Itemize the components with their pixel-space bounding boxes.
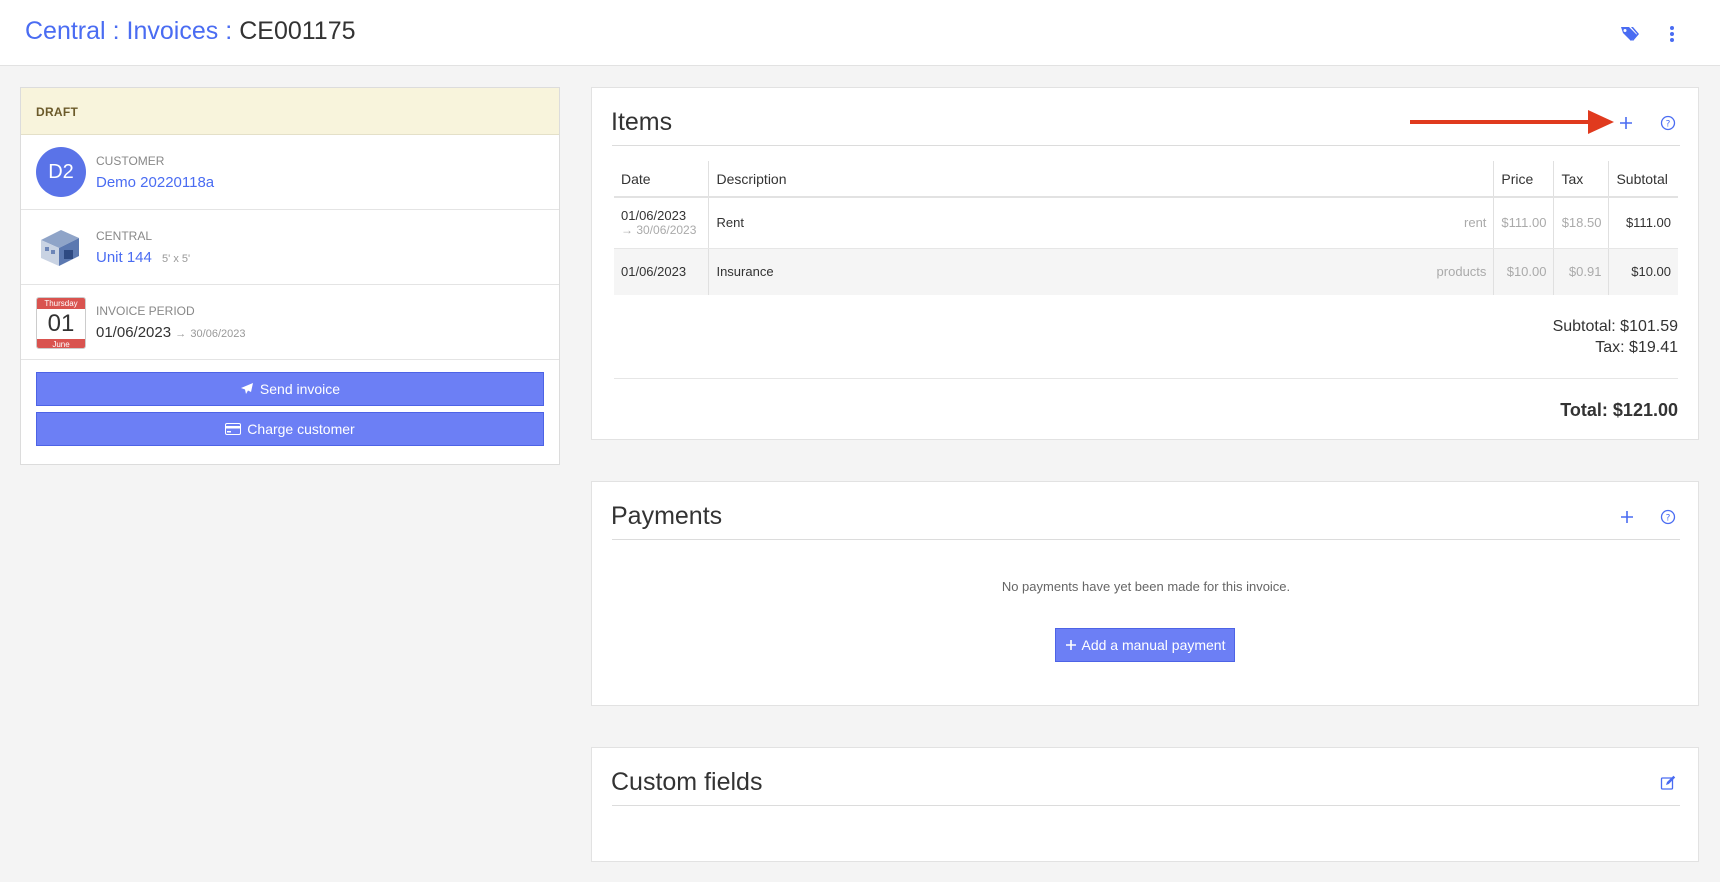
period-start: 01/06/2023 bbox=[96, 324, 172, 341]
unit-size: 5' x 5' bbox=[162, 253, 191, 265]
invoice-period-value: 01/06/2023 → 30/06/2023 bbox=[96, 324, 245, 341]
column-price: Price bbox=[1493, 161, 1554, 198]
svg-text:?: ? bbox=[1666, 514, 1671, 524]
top-bar: Central: Invoices: CE001175 bbox=[0, 0, 1720, 66]
location-label: CENTRAL bbox=[96, 229, 153, 243]
row-tax: $18.50 bbox=[1553, 197, 1609, 249]
column-tax: Tax bbox=[1553, 161, 1609, 198]
row-date-start: 01/06/2023 bbox=[621, 264, 687, 280]
row-date-end: → 30/06/2023 bbox=[621, 223, 697, 238]
breadcrumb: Central: Invoices: CE001175 bbox=[25, 17, 356, 46]
row-price: $111.00 bbox=[1493, 197, 1554, 249]
annotation-arrow-head bbox=[1588, 110, 1614, 134]
invoice-period-label: INVOICE PERIOD bbox=[96, 304, 195, 318]
breadcrumb-separator: : bbox=[225, 17, 233, 45]
breadcrumb-invoices[interactable]: Invoices bbox=[127, 17, 219, 45]
add-manual-payment-button[interactable]: Add a manual payment bbox=[1055, 628, 1235, 662]
period-arrow: → bbox=[175, 328, 187, 340]
add-item-icon[interactable] bbox=[1618, 115, 1634, 131]
help-icon[interactable]: ? bbox=[1660, 509, 1676, 525]
customer-label: CUSTOMER bbox=[96, 154, 165, 168]
items-table: Date Description Price Tax Subtotal 01/0… bbox=[614, 161, 1678, 295]
annotation-arrow-line bbox=[1410, 120, 1590, 124]
status-badge: DRAFT bbox=[21, 88, 559, 135]
items-header-row: Date Description Price Tax Subtotal bbox=[614, 161, 1678, 198]
help-icon[interactable]: ? bbox=[1660, 115, 1676, 131]
avatar: D2 bbox=[36, 147, 86, 197]
items-card: Items ? Date Description Price Tax Subto… bbox=[591, 87, 1699, 440]
row-tax: $0.91 bbox=[1553, 248, 1609, 295]
charge-customer-button[interactable]: Charge customer bbox=[36, 412, 544, 446]
items-divider bbox=[612, 145, 1680, 146]
row-description: Rent rent bbox=[708, 197, 1494, 249]
column-date: Date bbox=[614, 161, 709, 198]
row-description-text: Insurance bbox=[716, 264, 774, 280]
breadcrumb-central[interactable]: Central bbox=[25, 17, 106, 45]
customer-row: D2 CUSTOMER Demo 20220118a bbox=[21, 135, 559, 210]
unit-value: Unit 144 5' x 5' bbox=[96, 249, 190, 266]
send-invoice-label: Send invoice bbox=[259, 381, 341, 397]
row-price: $10.00 bbox=[1493, 248, 1554, 295]
add-manual-payment-label: Add a manual payment bbox=[1081, 637, 1226, 653]
customer-link[interactable]: Demo 20220118a bbox=[96, 174, 214, 191]
charge-customer-label: Charge customer bbox=[247, 421, 355, 437]
invoice-summary-card: DRAFT D2 CUSTOMER Demo 20220118a CENTRAL… bbox=[20, 87, 560, 465]
calendar-month: June bbox=[37, 339, 85, 348]
add-payment-icon[interactable] bbox=[1619, 509, 1635, 525]
breadcrumb-separator: : bbox=[112, 17, 120, 45]
calendar-day: 01 bbox=[47, 310, 75, 337]
custom-fields-card: Custom fields bbox=[591, 747, 1699, 862]
calendar-weekday: Thursday bbox=[37, 298, 85, 309]
column-description: Description bbox=[708, 161, 1494, 198]
row-subtotal: $10.00 bbox=[1608, 248, 1678, 295]
custom-fields-divider bbox=[612, 805, 1680, 806]
row-subtotal: $111.00 bbox=[1608, 197, 1678, 249]
totals-divider bbox=[614, 378, 1678, 379]
items-tax: Tax: $19.41 bbox=[1595, 339, 1678, 356]
send-invoice-button[interactable]: Send invoice bbox=[36, 372, 544, 406]
unit-link[interactable]: Unit 144 bbox=[96, 249, 152, 266]
row-category: rent bbox=[1464, 215, 1487, 231]
invoice-period-row: Thursday 01 June INVOICE PERIOD 01/06/20… bbox=[21, 285, 559, 360]
credit-card-icon bbox=[225, 423, 242, 435]
items-subtotal: Subtotal: $101.59 bbox=[1552, 318, 1678, 335]
row-category: products bbox=[1436, 264, 1487, 280]
svg-text:?: ? bbox=[1666, 120, 1671, 130]
tags-icon[interactable] bbox=[1620, 24, 1640, 44]
payments-empty-message: No payments have yet been made for this … bbox=[1001, 579, 1291, 594]
unit-row: CENTRAL Unit 144 5' x 5' bbox=[21, 210, 559, 285]
plus-icon bbox=[1065, 640, 1076, 650]
payments-card: Payments ? No payments have yet been mad… bbox=[591, 481, 1699, 706]
items-title: Items bbox=[611, 108, 673, 136]
table-row[interactable]: 01/06/2023 → 30/06/2023 Rent rent $111.0… bbox=[614, 197, 1678, 249]
row-date: 01/06/2023 bbox=[614, 248, 709, 295]
column-subtotal: Subtotal bbox=[1608, 161, 1678, 198]
row-description: Insurance products bbox=[708, 248, 1494, 295]
payments-divider bbox=[612, 539, 1680, 540]
paper-plane-icon bbox=[240, 383, 253, 394]
page-title: CE001175 bbox=[239, 17, 356, 45]
more-vertical-icon[interactable] bbox=[1664, 24, 1680, 44]
table-row[interactable]: 01/06/2023 Insurance products $10.00 $0.… bbox=[614, 248, 1678, 295]
calendar-icon: Thursday 01 June bbox=[36, 297, 86, 349]
row-date-start: 01/06/2023 bbox=[621, 208, 687, 224]
row-date: 01/06/2023 → 30/06/2023 bbox=[614, 197, 709, 249]
items-total: Total: $121.00 bbox=[1560, 400, 1678, 420]
payments-title: Payments bbox=[611, 502, 723, 530]
period-end: 30/06/2023 bbox=[190, 328, 246, 340]
edit-icon[interactable] bbox=[1660, 775, 1676, 791]
building-icon bbox=[41, 230, 79, 266]
row-description-text: Rent bbox=[716, 215, 744, 231]
custom-fields-title: Custom fields bbox=[611, 768, 763, 796]
